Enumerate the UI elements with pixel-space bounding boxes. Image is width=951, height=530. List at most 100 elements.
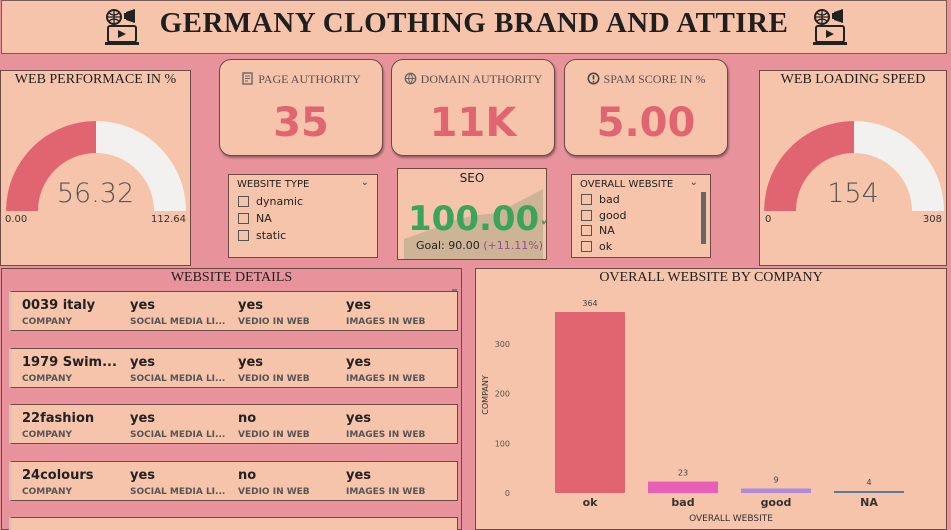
checkbox[interactable] [581,194,592,205]
overall-website-slicer[interactable]: OVERALL WEBSITE ⌄ bad good NA ok [571,174,711,258]
bar-data-label: 4 [866,478,871,487]
cell-company-label: COMPANY [22,317,72,327]
gauge-min-label: 0.00 [5,214,28,225]
chevron-down-icon[interactable]: ⌄ [361,177,369,188]
domain-authority-card[interactable]: DOMAIN AUTHORITY 11K [391,59,555,156]
seo-card[interactable]: SEO 100.00✓ Goal: 90.00 (+11.11%) [397,168,547,260]
cell-company-label: COMPANY [22,486,72,497]
alert-icon [587,72,599,85]
gauge-title: WEB PERFORMACE IN % [14,72,177,87]
slicer-option-ok[interactable]: ok [581,240,612,253]
y-tick-label: 0 [505,489,510,498]
kpi-label: PAGE AUTHORITY [258,72,361,86]
x-tick-label: NA [860,496,878,509]
slicer-option-dynamic[interactable]: dynamic [238,195,303,208]
web-marketing-icon [813,9,847,45]
gauge-value: 154 [827,178,879,209]
list-item[interactable]: 1979 Swim... COMPANY yes SOCIAL MEDIA LI...… [9,347,458,388]
kpi-label: SPAM SCORE IN % [603,72,706,86]
y-tick-label: 300 [495,340,510,349]
page-title: GERMANY CLOTHING BRAND AND ATTIRE [159,7,789,39]
cell-video-value: no [238,411,257,426]
seo-title: SEO [459,171,485,185]
bar-good[interactable] [741,488,811,493]
list-item[interactable] [9,517,458,530]
y-tick-label: 100 [495,439,510,448]
checkbox[interactable] [581,210,592,221]
list-item[interactable]: 24colours COMPANY yes SOCIAL MEDIA LI... no V… [9,460,458,501]
gauge-max-label: 112.64 [151,214,186,225]
slicer-option-good[interactable]: good [581,209,626,222]
cell-video-label: VEDIO IN WEB [238,486,310,497]
bar-ok[interactable] [555,312,625,493]
x-tick-label: good [761,496,792,509]
cell-social-label: SOCIAL MEDIA LI... [130,486,226,497]
cell-images-label: IMAGES IN WEB [346,430,426,440]
page-authority-card[interactable]: PAGE AUTHORITY 35 [219,59,383,156]
y-axis-label: COMPANY [481,375,490,415]
cell-images-value: yes [346,467,372,483]
cell-video-value: yes [238,354,264,370]
cell-video-label: VEDIO IN WEB [238,430,310,440]
gauge-title: WEB LOADING SPEED [780,72,926,87]
x-tick-label: bad [671,496,694,509]
x-axis-label: OVERALL WEBSITE [689,514,773,524]
slicer-title: WEBSITE TYPE [237,179,310,190]
kpi-value: 35 [273,100,329,146]
checkbox[interactable] [581,225,592,236]
kpi-value: 11K [429,100,517,146]
list-item[interactable]: 0039 italy COMPANY yes SOCIAL MEDIA LI... ye… [9,291,458,331]
cell-video-label: VEDIO IN WEB [238,317,310,327]
chevron-down-icon[interactable]: ⌄ [690,177,698,188]
bar-bad[interactable] [648,481,718,493]
scrollbar[interactable] [701,192,706,244]
cell-social-value: yes [130,467,156,483]
cell-images-label: IMAGES IN WEB [346,373,426,384]
slicer-option-static[interactable]: static [238,229,286,242]
seo-value: 100.00✓ [408,199,546,239]
slicer-title: OVERALL WEBSITE [580,179,674,190]
slicer-option-na[interactable]: NA [581,224,615,237]
overall-website-chart[interactable]: OVERALL WEBSITE BY COMPANY 0 100 200 300 COM… [475,268,947,530]
cell-company-value: 22fashion [22,411,95,426]
checkbox[interactable] [581,241,592,252]
cell-social-value: yes [130,354,156,370]
checkbox[interactable] [238,230,249,241]
web-performance-gauge[interactable]: WEB PERFORMACE IN % 56.32 0.00 112.64 [0,70,191,266]
cell-social-label: SOCIAL MEDIA LI... [130,373,226,384]
web-loading-gauge[interactable]: WEB LOADING SPEED 154 0 308 [759,70,947,266]
cell-company-value: 0039 italy [22,298,96,313]
x-tick-label: ok [583,496,599,509]
bar-na[interactable] [834,491,904,493]
slicer-option-na[interactable]: NA [238,212,272,225]
checkbox[interactable] [238,196,249,207]
cell-company-label: COMPANY [22,373,72,384]
bar-data-label: 23 [678,469,688,478]
list-item[interactable]: 22fashion COMPANY yes SOCIAL MEDIA LI... no V… [9,404,458,444]
gauge-max-label: 308 [922,214,942,225]
bar-chart[interactable]: 0100200300COMPANY364ok23bad9good4NAOVERA… [476,269,948,530]
bar-data-label: 9 [773,476,778,485]
cell-video-label: VEDIO IN WEB [238,373,310,384]
website-type-slicer[interactable]: WEBSITE TYPE ⌄ dynamic NA static [228,174,378,258]
seo-delta: (+11.11%) [483,239,543,252]
checkbox[interactable] [238,213,249,224]
cell-video-value: yes [238,298,264,313]
cell-images-value: yes [346,298,372,313]
cell-social-value: yes [130,411,156,426]
cell-social-label: SOCIAL MEDIA LI... [130,317,226,327]
cell-company-value: 1979 Swim... [22,354,117,370]
panel-title: WEBSITE DETAILS [170,270,293,285]
header-bar: GERMANY CLOTHING BRAND AND ATTIRE [1,0,947,54]
cell-company-label: COMPANY [22,430,72,440]
cell-images-value: yes [346,411,372,426]
seo-goal: Goal: 90.00 [416,239,480,252]
y-tick-label: 200 [495,390,510,399]
check-icon: ✓ [539,210,546,231]
cell-images-value: yes [346,354,372,370]
slicer-option-bad[interactable]: bad [581,193,620,206]
kpi-value: 5.00 [596,100,696,146]
cell-company-value: 24colours [22,467,94,483]
page-icon [242,72,253,85]
spam-score-card[interactable]: SPAM SCORE IN % 5.00 [564,59,728,156]
